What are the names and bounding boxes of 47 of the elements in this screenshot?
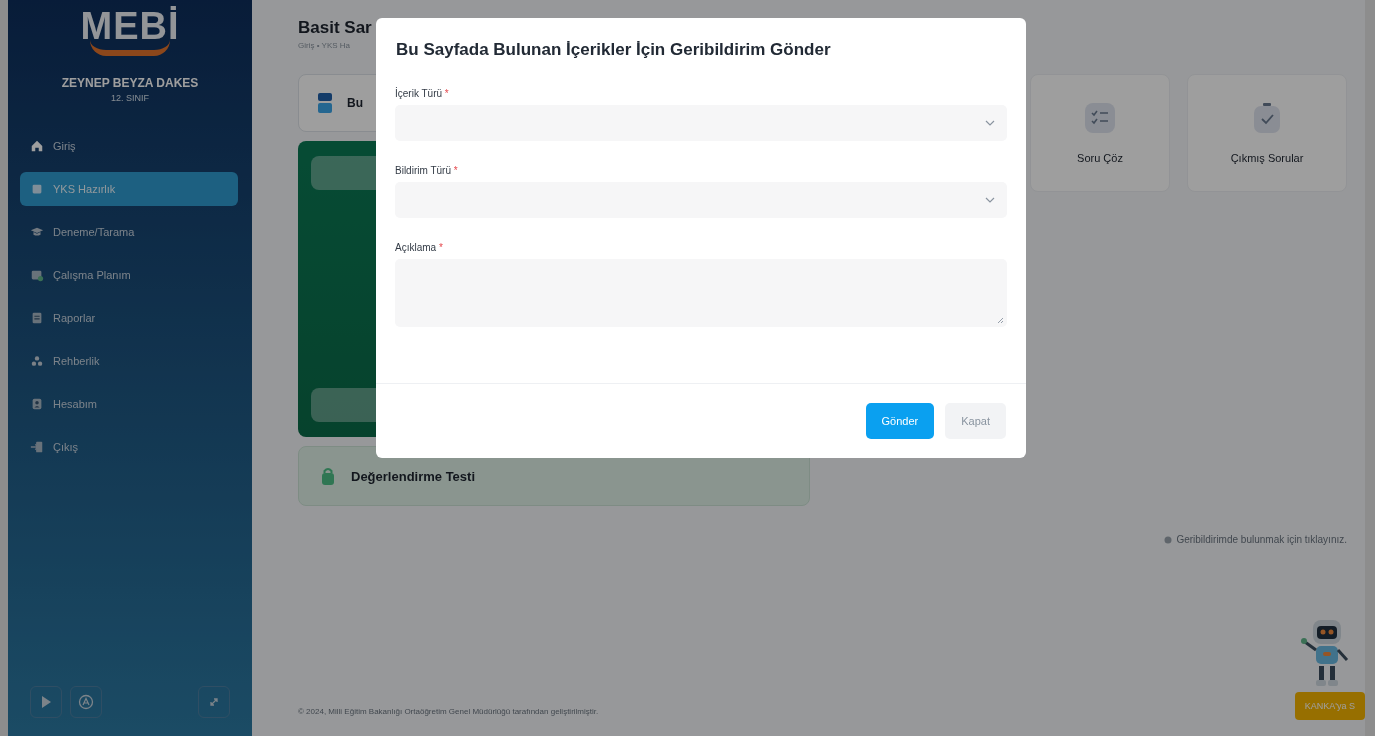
lock-icon — [321, 466, 335, 486]
appstore-button[interactable] — [70, 686, 102, 718]
sidebar-item[interactable]: Çıkış — [20, 430, 238, 464]
tile-card[interactable]: Çıkmış Sorular — [1187, 74, 1347, 192]
select-field[interactable] — [395, 105, 1007, 141]
chevron-icon — [985, 197, 995, 203]
info-icon — [1164, 535, 1173, 544]
dialog-title: Bu Sayfada Bulunan İçerikler İçin Geribildirim Gönder — [395, 39, 832, 60]
user-grade: 12. SINIF — [111, 93, 149, 103]
chevron-icon — [985, 120, 995, 126]
field-label: Açıklama * — [395, 242, 444, 253]
sidebar-item[interactable]: Rehberlik — [20, 344, 238, 378]
sidebar-item[interactable]: Hesabım — [20, 387, 238, 421]
sidebar-item[interactable]: Çalışma Planım — [20, 258, 238, 292]
checklist-icon — [1084, 102, 1116, 134]
circle-a-icon — [77, 693, 95, 711]
calendar-icon — [30, 268, 44, 282]
test-card-title: Değerlendirme Testi — [351, 468, 476, 484]
assistant-button[interactable]: KANKA'ya S — [1294, 692, 1365, 720]
submit-button[interactable]: Gönder — [865, 403, 935, 439]
user-icon — [30, 397, 44, 411]
resize-grip-icon — [997, 317, 1004, 324]
text-area[interactable] — [395, 259, 1007, 327]
sidebar-item[interactable]: Deneme/Tarama — [20, 215, 238, 249]
sidebar-item[interactable]: Raporlar — [20, 301, 238, 335]
logo: MEBİ — [80, 6, 180, 56]
select-field[interactable] — [395, 182, 1007, 218]
close-button[interactable]: Kapat — [945, 403, 1006, 439]
clipboard-icon — [1251, 102, 1283, 134]
play-button[interactable] — [30, 686, 62, 718]
user-name: ZEYNEP BEYZA DAKES — [61, 76, 199, 90]
tile-card[interactable]: Soru Çöz — [1030, 74, 1170, 192]
page-title: Basit Sar — [298, 18, 372, 38]
expand-button[interactable] — [198, 686, 230, 718]
tile-label: Soru Çöz — [1077, 152, 1123, 164]
lesson-card-title: Bu — [347, 96, 363, 110]
field-label: İçerik Türü * — [395, 88, 450, 99]
logout-icon — [30, 440, 44, 454]
people-icon — [30, 354, 44, 368]
feedback-link[interactable]: Geribildirimde bulunmak için tıklayınız. — [1176, 534, 1347, 545]
tile-label: Çıkmış Sorular — [1230, 152, 1304, 164]
field-label: Bildirim Türü * — [395, 165, 459, 176]
sidebar-item[interactable]: YKS Hazırlık — [20, 172, 238, 206]
report-icon — [30, 311, 44, 325]
copyright-text: © 2024, Milli Eğitim Bakanlığı Ortaöğretim Genel Müdürlüğü tarafından geliştirilmiştir. — [298, 707, 599, 718]
sidebar-item[interactable]: Giriş — [20, 129, 238, 163]
home-icon — [30, 139, 44, 153]
